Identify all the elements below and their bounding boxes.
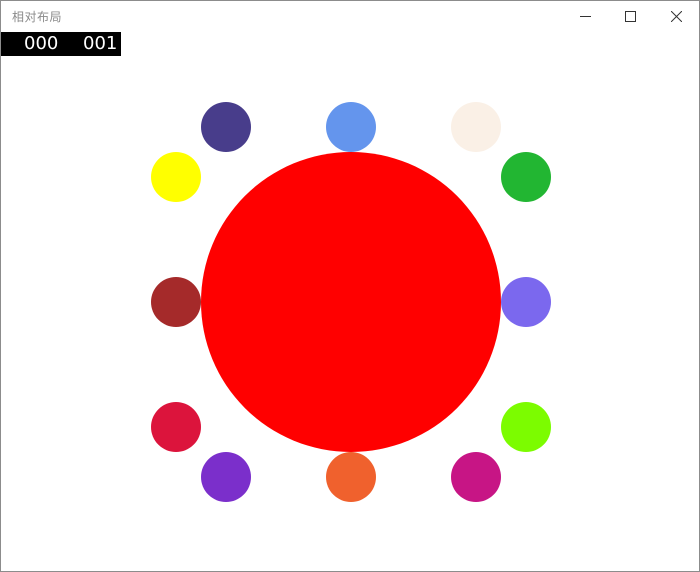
counter-value-first: 000 [24,33,59,54]
minimize-icon [580,16,591,17]
dot-brown [151,277,201,327]
counter-display: 000 001 [1,32,121,56]
dot-mediumvioletred [451,452,501,502]
center-circle [201,152,501,452]
dot-linen [451,102,501,152]
counter-value-second: 001 [83,33,118,54]
dot-yellow [151,152,201,202]
window-title: 相对布局 [12,10,63,24]
close-icon [671,11,682,22]
app-window: 相对布局 000 001 [0,0,700,572]
dot-cornflowerblue [326,102,376,152]
dot-mediumslateblue [501,277,551,327]
title-bar[interactable]: 相对布局 [1,1,699,32]
dot-blueviolet [201,452,251,502]
minimize-button[interactable] [562,1,608,32]
maximize-button[interactable] [607,1,653,32]
dot-green [501,152,551,202]
dot-darkslateblue [201,102,251,152]
dot-crimson [151,402,201,452]
dot-lawngreen [501,402,551,452]
close-button[interactable] [653,1,699,32]
dot-orange [326,452,376,502]
maximize-icon [625,11,636,22]
